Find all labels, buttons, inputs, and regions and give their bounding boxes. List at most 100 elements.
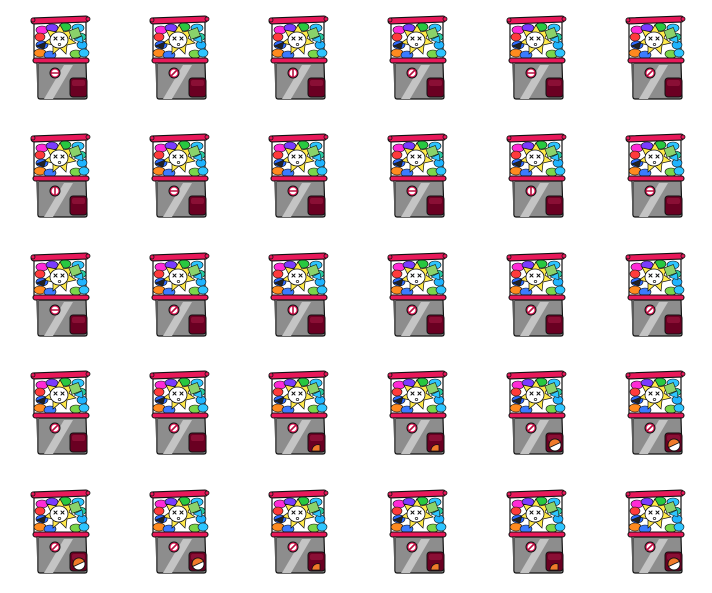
- crank-knob: [406, 541, 418, 553]
- middle-rim: [389, 175, 447, 182]
- middle-rim: [32, 412, 90, 419]
- middle-rim: [508, 57, 566, 64]
- capsule-dome: [509, 138, 566, 178]
- gachapon-machine-frame: [30, 489, 96, 574]
- middle-rim: [32, 531, 90, 538]
- top-lid: [506, 370, 566, 380]
- middle-rim: [627, 294, 685, 301]
- capsule-dome: [152, 494, 209, 534]
- sprite-sheet: [0, 0, 712, 593]
- top-lid: [149, 489, 209, 499]
- top-lid: [625, 252, 685, 262]
- gachapon-machine-frame: [625, 133, 691, 218]
- crank-knob: [406, 422, 418, 434]
- gachapon-machine-frame: [506, 252, 572, 337]
- prize-slot: [664, 551, 683, 572]
- gachapon-machine-frame: [30, 370, 96, 455]
- top-lid: [30, 252, 90, 262]
- prize-slot: [545, 314, 564, 335]
- gachapon-machine-frame: [387, 15, 453, 100]
- gachapon-machine-frame: [268, 133, 334, 218]
- gachapon-machine-frame: [30, 133, 96, 218]
- middle-rim: [32, 294, 90, 301]
- crank-knob: [49, 185, 61, 197]
- middle-rim: [270, 57, 328, 64]
- capsule-dome: [271, 375, 328, 415]
- prize-slot: [188, 432, 207, 453]
- gachapon-machine-frame: [506, 489, 572, 574]
- gachapon-machine-frame: [506, 370, 572, 455]
- prize-slot: [545, 77, 564, 98]
- crank-knob: [644, 67, 656, 79]
- capsule-dome: [509, 257, 566, 297]
- crank-knob: [406, 304, 418, 316]
- capsule-dome: [152, 257, 209, 297]
- middle-rim: [270, 175, 328, 182]
- crank-knob: [168, 67, 180, 79]
- top-lid: [506, 15, 566, 25]
- crank-knob: [287, 422, 299, 434]
- middle-rim: [389, 531, 447, 538]
- gachapon-machine-frame: [625, 489, 691, 574]
- crank-knob: [644, 422, 656, 434]
- top-lid: [149, 133, 209, 143]
- prize-slot: [69, 314, 88, 335]
- top-lid: [149, 15, 209, 25]
- prize-slot: [545, 432, 564, 453]
- prize-slot: [188, 195, 207, 216]
- capsule-dome: [390, 20, 447, 60]
- middle-rim: [270, 412, 328, 419]
- gachapon-machine-frame: [149, 252, 215, 337]
- capsule-dome: [152, 375, 209, 415]
- top-lid: [506, 489, 566, 499]
- prize-slot: [188, 77, 207, 98]
- middle-rim: [270, 531, 328, 538]
- prize-slot: [664, 432, 683, 453]
- top-lid: [387, 15, 447, 25]
- prize-slot: [426, 314, 445, 335]
- gachapon-machine-frame: [30, 15, 96, 100]
- capsule-dome: [628, 20, 685, 60]
- capsule-dome: [390, 138, 447, 178]
- gachapon-machine-frame: [387, 489, 453, 574]
- prize-slot: [307, 432, 326, 453]
- gachapon-machine-frame: [625, 370, 691, 455]
- prize-slot: [69, 195, 88, 216]
- crank-knob: [644, 541, 656, 553]
- capsule-dome: [33, 257, 90, 297]
- capsule-dome: [390, 257, 447, 297]
- crank-knob: [168, 185, 180, 197]
- gachapon-machine-frame: [387, 252, 453, 337]
- top-lid: [268, 370, 328, 380]
- crank-knob: [406, 185, 418, 197]
- capsule-dome: [628, 375, 685, 415]
- prize-slot: [545, 195, 564, 216]
- capsule-dome: [33, 20, 90, 60]
- capsule-dome: [33, 494, 90, 534]
- gachapon-machine-frame: [387, 133, 453, 218]
- middle-rim: [389, 57, 447, 64]
- crank-knob: [168, 422, 180, 434]
- prize-slot: [664, 77, 683, 98]
- crank-knob: [644, 185, 656, 197]
- prize-slot: [188, 551, 207, 572]
- middle-rim: [627, 57, 685, 64]
- prize-slot: [545, 551, 564, 572]
- middle-rim: [508, 531, 566, 538]
- middle-rim: [151, 412, 209, 419]
- prize-slot: [307, 195, 326, 216]
- crank-knob: [287, 541, 299, 553]
- middle-rim: [508, 412, 566, 419]
- capsule-dome: [271, 257, 328, 297]
- top-lid: [30, 489, 90, 499]
- gachapon-machine-frame: [268, 489, 334, 574]
- crank-knob: [168, 541, 180, 553]
- gachapon-machine-frame: [268, 370, 334, 455]
- top-lid: [625, 370, 685, 380]
- crank-knob: [49, 304, 61, 316]
- crank-knob: [287, 67, 299, 79]
- capsule-dome: [271, 494, 328, 534]
- top-lid: [506, 133, 566, 143]
- middle-rim: [627, 175, 685, 182]
- prize-slot: [69, 551, 88, 572]
